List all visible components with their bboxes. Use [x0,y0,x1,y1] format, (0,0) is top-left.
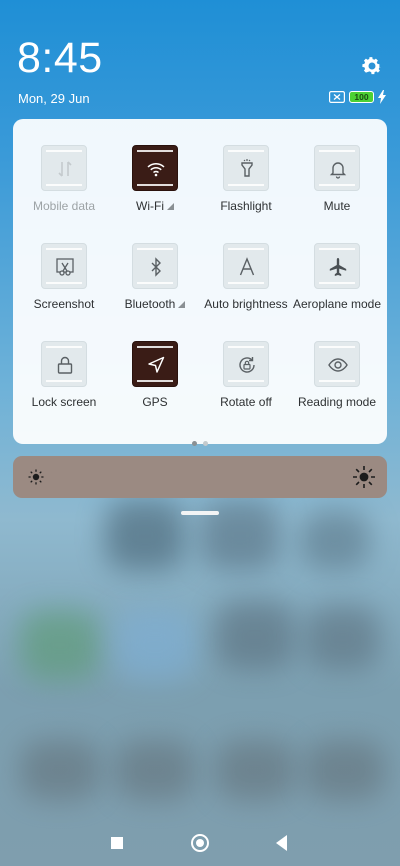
mobile-data-icon [58,161,72,177]
tile-bluetooth[interactable]: Bluetooth [109,243,201,329]
tile-label: Reading mode [297,395,377,409]
wifi-toggle[interactable] [132,145,178,191]
tile-label: GPS [142,395,168,409]
back-button[interactable] [276,835,287,851]
brightness-slider[interactable] [13,456,387,498]
eye-icon [328,358,348,372]
auto-brightness-toggle[interactable] [223,243,269,289]
tile-mobile-data[interactable]: Mobile data [18,145,110,231]
no-sim-icon [329,91,345,103]
screenshot-toggle[interactable] [41,243,87,289]
rotate-lock-icon [239,357,255,373]
flashlight-icon [241,159,253,177]
tile-label: Auto brightness [204,297,288,311]
recents-button[interactable] [111,837,123,849]
gps-arrow-icon [148,356,165,373]
quick-settings-panel: Mobile data Wi-Fi Flashlight Mute Screen… [13,119,387,446]
drag-handle[interactable] [181,511,219,515]
page-dot-active[interactable] [192,441,197,446]
expand-triangle-icon [166,203,174,210]
tile-label: Mute [323,199,351,213]
gear-icon[interactable] [360,54,384,78]
page-indicator [13,433,387,451]
bluetooth-toggle[interactable] [132,243,178,289]
sun-large-icon [353,466,375,488]
reading-mode-toggle[interactable] [314,341,360,387]
lock-screen-toggle[interactable] [41,341,87,387]
date-label: Mon, 29 Jun [18,91,90,106]
tile-screenshot[interactable]: Screenshot [18,243,110,329]
tile-lock-screen[interactable]: Lock screen [18,341,110,427]
tile-label: Lock screen [31,395,97,409]
charging-bolt-icon [378,90,386,104]
clock-time: 8:45 [17,34,103,82]
tile-auto-brightness[interactable]: Auto brightness [200,243,292,329]
bell-icon [329,162,347,179]
bluetooth-icon [151,257,161,277]
page-dot[interactable] [203,441,208,446]
auto-brightness-icon [239,257,255,276]
wifi-icon [147,163,165,177]
lock-icon [57,356,73,374]
tile-label: Bluetooth [103,297,207,311]
blurred-home-screen [0,480,400,820]
tile-rotate[interactable]: Rotate off [200,341,292,427]
tile-mute[interactable]: Mute [291,145,383,231]
gps-toggle[interactable] [132,341,178,387]
mute-toggle[interactable] [314,145,360,191]
tile-aeroplane-mode[interactable]: Aeroplane mode [291,243,383,329]
tile-label: Aeroplane mode [292,297,382,311]
tile-label: Mobile data [32,199,96,213]
rotate-toggle[interactable] [223,341,269,387]
battery-indicator: 100 [349,91,374,103]
expand-triangle-icon [178,301,186,308]
tile-label: Rotate off [220,395,272,409]
flashlight-toggle[interactable] [223,145,269,191]
airplane-icon [329,258,347,276]
tile-gps[interactable]: GPS [109,341,201,427]
tile-reading-mode[interactable]: Reading mode [291,341,383,427]
tile-wifi[interactable]: Wi-Fi [109,145,201,231]
tile-label: Screenshot [33,297,95,311]
scissors-icon [56,258,74,276]
mobile-data-toggle[interactable] [41,145,87,191]
tile-label: Wi-Fi [103,199,207,213]
tile-flashlight[interactable]: Flashlight [200,145,292,231]
home-button[interactable] [191,834,209,852]
tile-label: Flashlight [220,199,272,213]
aeroplane-mode-toggle[interactable] [314,243,360,289]
sun-small-icon [28,469,44,485]
